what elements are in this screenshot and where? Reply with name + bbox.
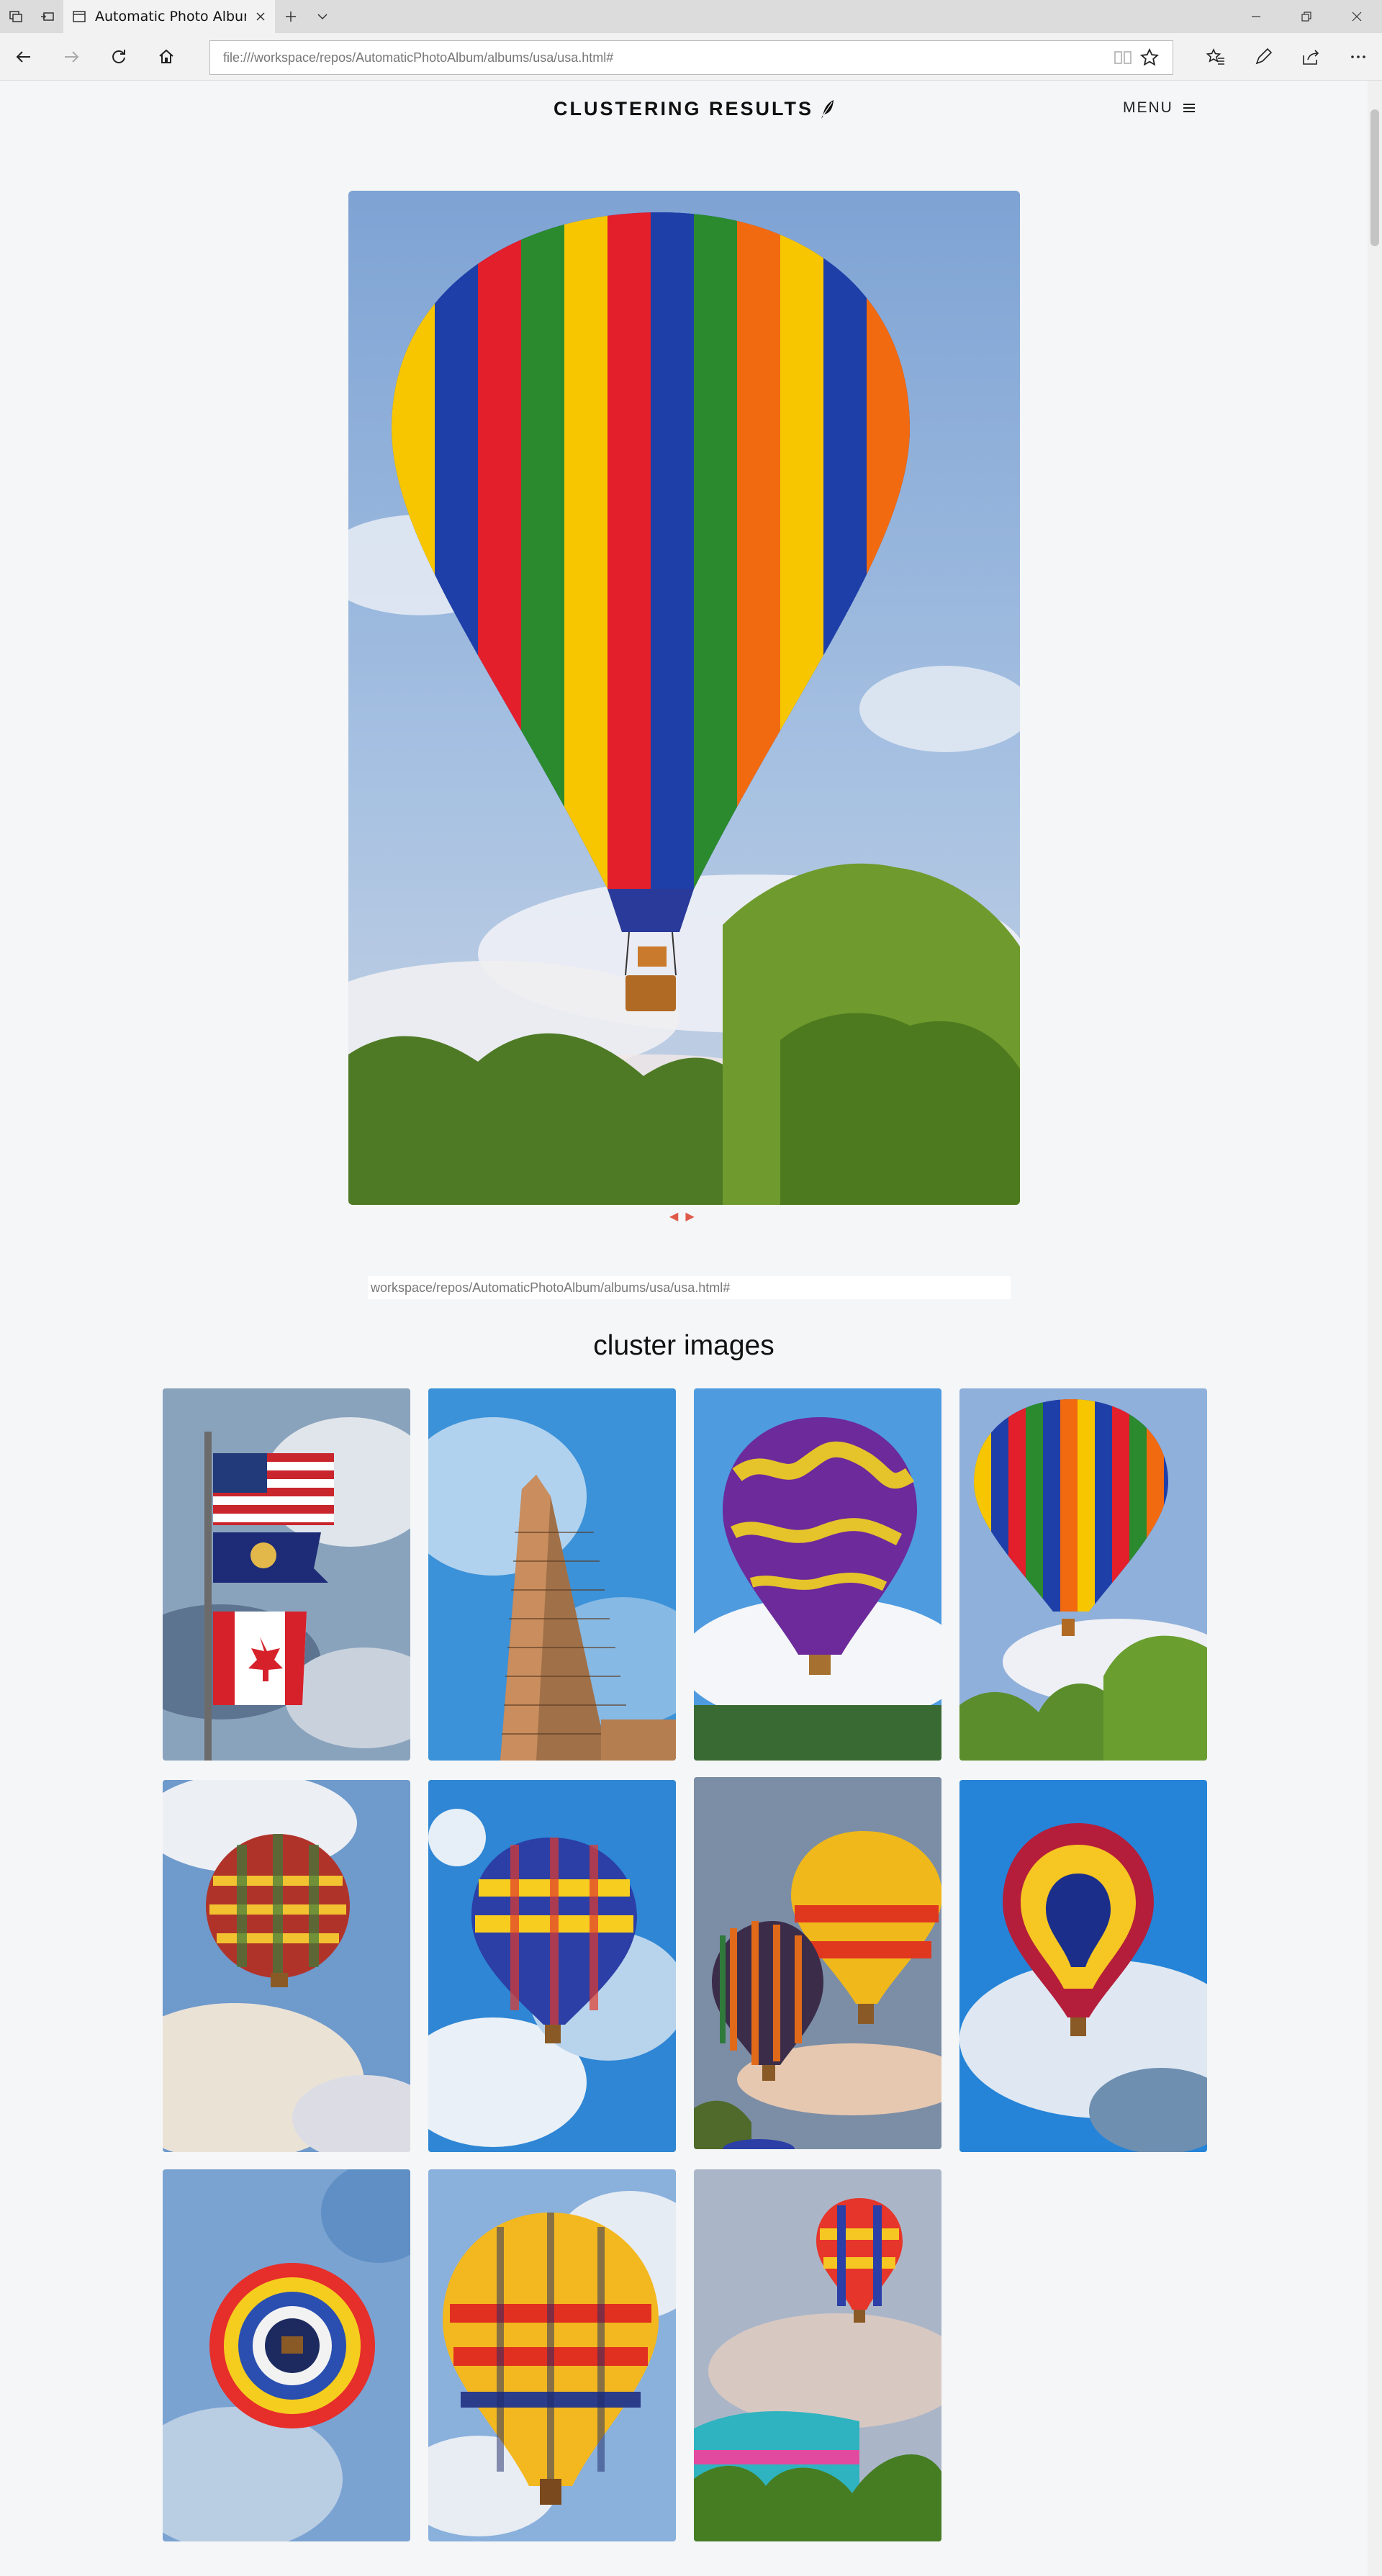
url-display-field[interactable]: workspace/repos/AutomaticPhotoAlbum/albu… (368, 1276, 1011, 1299)
tab-list-chevron-down-icon[interactable] (307, 0, 338, 33)
cluster-heading: cluster images (593, 1330, 774, 1361)
site-title-text: CLUSTERING RESULTS (554, 98, 814, 119)
set-aside-tabs-icon[interactable] (32, 0, 63, 33)
forward-arrow-icon[interactable] (48, 33, 95, 81)
cluster-image-red-yellow-blue-balloon[interactable] (959, 1780, 1207, 2152)
slide-pager[interactable]: ◀ ▶ (669, 1209, 695, 1223)
prev-slide-icon[interactable]: ◀ (669, 1209, 678, 1223)
tab-preview-icon[interactable] (0, 0, 32, 33)
feather-pen-icon (821, 99, 834, 119)
cluster-image-flags[interactable] (163, 1388, 410, 1761)
close-window-icon[interactable] (1332, 0, 1382, 33)
cluster-image-striped-balloon[interactable] (959, 1388, 1207, 1761)
hamburger-icon (1183, 104, 1195, 112)
reading-view-icon[interactable] (1114, 49, 1132, 66)
restore-icon[interactable] (1281, 0, 1332, 33)
page-scrollbar[interactable] (1368, 81, 1382, 2576)
scrollbar-thumb[interactable] (1370, 109, 1379, 246)
hero-image-striped-balloon[interactable] (348, 191, 1020, 1205)
share-icon[interactable] (1287, 33, 1334, 81)
web-note-pen-icon[interactable] (1239, 33, 1287, 81)
next-slide-icon[interactable]: ▶ (685, 1209, 694, 1223)
page-icon (73, 11, 86, 22)
more-options-icon[interactable] (1334, 33, 1382, 81)
cluster-image-balloon-from-below[interactable] (163, 2169, 410, 2541)
cluster-image-yellow-checkered-balloon[interactable] (428, 2169, 676, 2541)
refresh-icon[interactable] (95, 33, 143, 81)
back-arrow-icon[interactable] (0, 33, 48, 81)
browser-tab-bar: Automatic Photo Albun (0, 0, 1382, 33)
favorite-star-icon[interactable] (1139, 48, 1160, 68)
close-tab-icon[interactable] (255, 11, 266, 22)
cluster-image-yellow-blue-balloon[interactable] (428, 1780, 676, 2152)
url-display-text: workspace/repos/AutomaticPhotoAlbum/albu… (371, 1280, 731, 1295)
favorites-hub-icon[interactable] (1192, 33, 1239, 81)
cluster-image-purple-swirl-balloon[interactable] (694, 1388, 941, 1761)
menu-label: MENU (1123, 99, 1173, 116)
tab-title: Automatic Photo Albun (95, 9, 246, 24)
cluster-image-flatiron-building[interactable] (428, 1388, 676, 1761)
tab-automatic-photo-album[interactable]: Automatic Photo Albun (63, 0, 275, 33)
new-tab-icon[interactable] (275, 0, 307, 33)
minimize-icon[interactable] (1231, 0, 1281, 33)
cluster-image-checkered-balloon[interactable] (163, 1780, 410, 2152)
cluster-image-two-balloons[interactable] (694, 1777, 941, 2149)
site-title[interactable]: CLUSTERING RESULTS (554, 98, 836, 120)
menu-button[interactable]: MENU (1123, 99, 1196, 117)
address-text[interactable]: file:///workspace/repos/AutomaticPhotoAl… (223, 50, 1114, 65)
home-icon[interactable] (143, 33, 190, 81)
cluster-image-balloon-over-trees[interactable] (694, 2169, 941, 2541)
address-bar[interactable]: file:///workspace/repos/AutomaticPhotoAl… (209, 40, 1173, 75)
